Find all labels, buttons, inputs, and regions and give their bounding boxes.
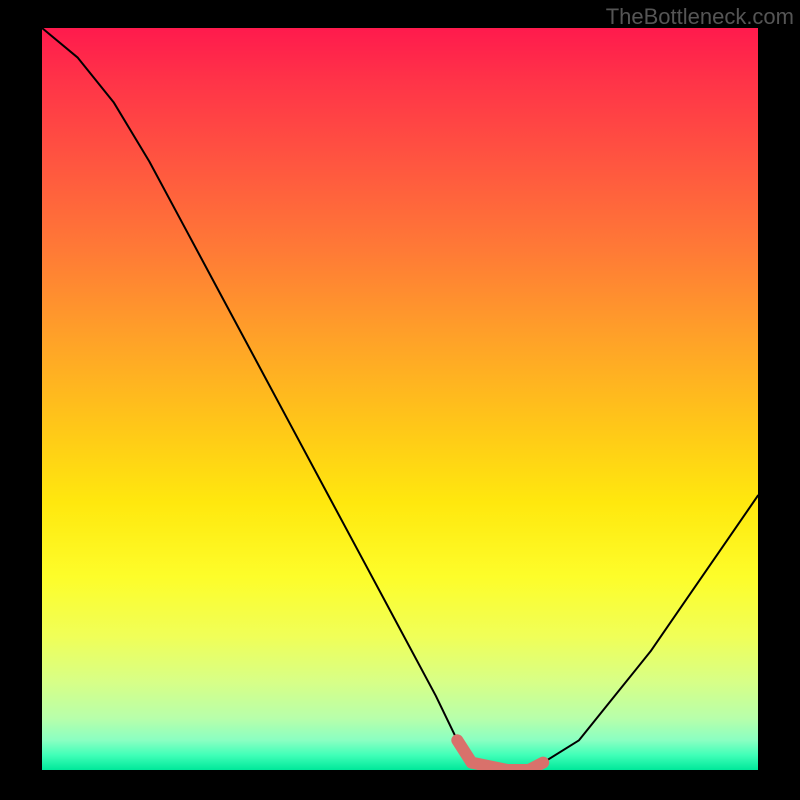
chart-svg (42, 28, 758, 770)
optimal-range-highlight (457, 740, 543, 770)
bottleneck-curve (42, 28, 758, 770)
plot-area (42, 28, 758, 770)
watermark-text: TheBottleneck.com (606, 4, 794, 30)
